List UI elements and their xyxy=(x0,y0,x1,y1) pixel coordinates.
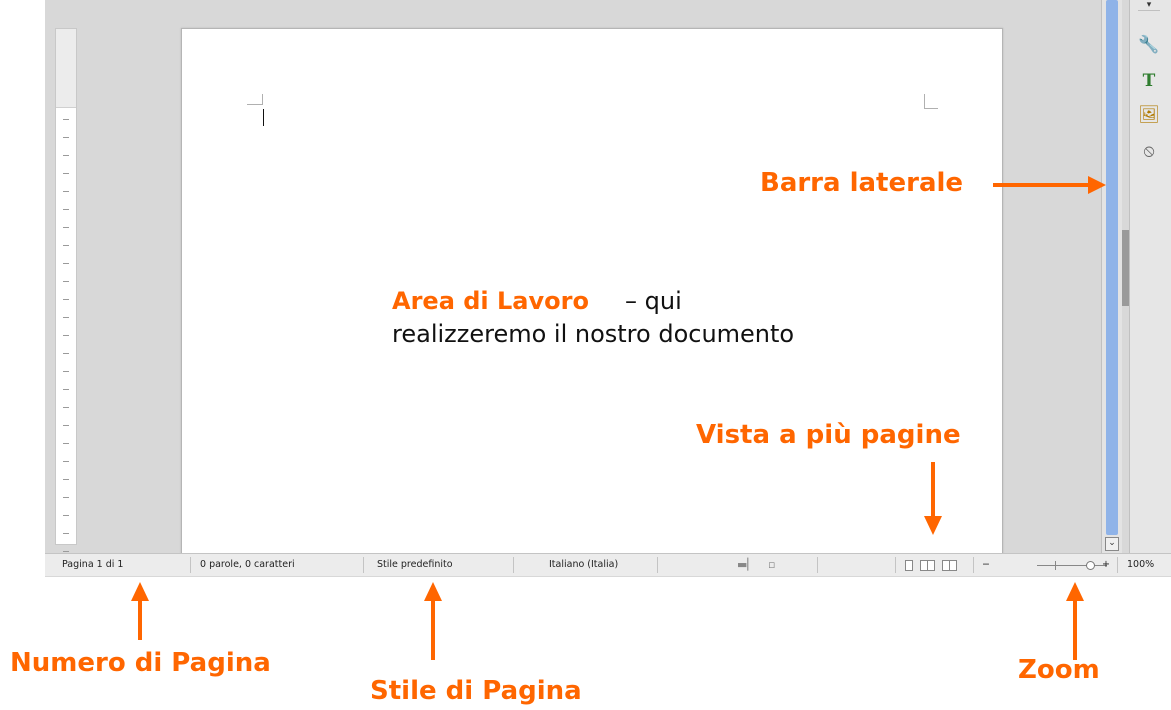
arrowhead-page-style xyxy=(424,582,442,601)
annotation-work-area-desc-2: realizzeremo il nostro documento xyxy=(392,320,795,348)
arrowhead-page-number xyxy=(131,582,149,601)
arrowhead-sidebar xyxy=(1088,176,1106,194)
annotation-multi-page-view: Vista a più pagine xyxy=(696,420,961,450)
annotation-page-number: Numero di Pagina xyxy=(10,648,271,678)
annotation-work-area-desc: – qui xyxy=(625,287,682,315)
annotation-page-style: Stile di Pagina xyxy=(370,676,582,706)
arrowhead-multi-page xyxy=(924,516,942,535)
annotation-sidebar: Barra laterale xyxy=(760,168,964,198)
annotation-arrows xyxy=(131,176,1106,660)
annotation-work-area-title: Area di Lavoro xyxy=(392,287,589,315)
annotation-zoom: Zoom xyxy=(1018,655,1100,685)
arrowhead-zoom xyxy=(1066,582,1084,601)
